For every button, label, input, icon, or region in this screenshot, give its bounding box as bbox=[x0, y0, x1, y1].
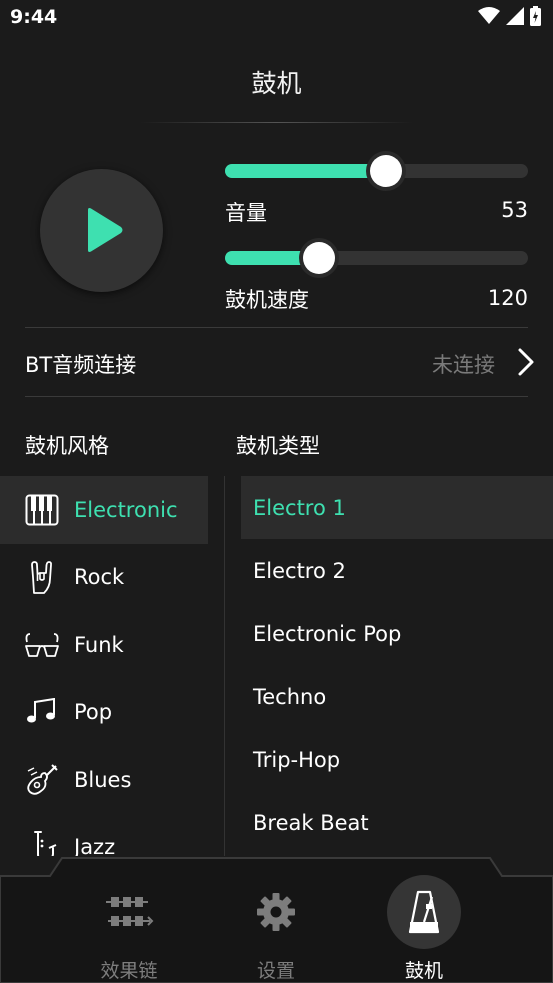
bt-status[interactable]: 未连接 bbox=[432, 349, 495, 379]
type-item-electronic-pop[interactable]: Electronic Pop bbox=[241, 602, 553, 665]
gear-icon bbox=[257, 893, 295, 931]
style-item-pop[interactable]: Pop bbox=[0, 679, 208, 747]
type-list[interactable]: Electro 1 Electro 2 Electronic Pop Techn… bbox=[241, 476, 553, 856]
style-item-label: Funk bbox=[74, 632, 124, 657]
music-notes-icon bbox=[24, 694, 60, 730]
style-item-jazz[interactable]: Jazz bbox=[0, 814, 208, 856]
style-item-label: Electronic bbox=[74, 497, 178, 522]
guitar-icon bbox=[24, 762, 60, 798]
style-item-blues[interactable]: Blues bbox=[0, 746, 208, 814]
play-button[interactable] bbox=[40, 169, 163, 292]
type-item-break-beat[interactable]: Break Beat bbox=[241, 791, 553, 854]
tempo-label: 鼓机速度 bbox=[225, 288, 309, 312]
type-item-electro-1[interactable]: Electro 1 bbox=[241, 476, 553, 539]
nav-label: 鼓机 bbox=[404, 960, 443, 982]
type-item-electro-2[interactable]: Electro 2 bbox=[241, 539, 553, 602]
nav-effects-chain[interactable]: 效果链 bbox=[74, 872, 184, 983]
metronome-icon bbox=[408, 890, 440, 934]
nav-active-indicator bbox=[387, 875, 461, 949]
tempo-slider[interactable] bbox=[225, 242, 528, 274]
divider bbox=[25, 327, 528, 328]
style-item-label: Rock bbox=[74, 565, 125, 590]
type-item-trip-hop[interactable]: Trip-Hop bbox=[241, 728, 553, 791]
battery-icon bbox=[530, 6, 541, 26]
saxophone-icon bbox=[24, 829, 60, 856]
volume-value: 53 bbox=[501, 198, 528, 222]
status-time: 9:44 bbox=[10, 6, 58, 28]
status-icons bbox=[478, 6, 541, 26]
rock-hand-icon bbox=[24, 559, 60, 595]
tempo-value: 120 bbox=[487, 286, 528, 310]
signal-icon bbox=[506, 7, 524, 25]
volume-slider[interactable] bbox=[225, 155, 528, 187]
nav-drum-machine[interactable]: 鼓机 bbox=[369, 872, 479, 983]
styles-heading: 鼓机风格 bbox=[25, 434, 109, 458]
style-item-funk[interactable]: Funk bbox=[0, 611, 208, 679]
style-item-label: Pop bbox=[74, 700, 113, 725]
types-heading: 鼓机类型 bbox=[236, 434, 320, 458]
type-item-techno[interactable]: Techno bbox=[241, 665, 553, 728]
funk-glasses-icon bbox=[24, 627, 60, 663]
divider bbox=[25, 396, 528, 397]
nav-label: 效果链 bbox=[100, 960, 158, 982]
tempo-slider-knob[interactable] bbox=[302, 242, 335, 274]
style-item-electronic[interactable]: Electronic bbox=[0, 476, 208, 544]
header-divider bbox=[140, 122, 413, 123]
nav-label: 设置 bbox=[256, 960, 295, 982]
effects-chain-icon bbox=[106, 897, 154, 926]
volume-label: 音量 bbox=[225, 201, 267, 225]
style-item-label: Jazz bbox=[74, 835, 116, 856]
play-icon bbox=[88, 208, 123, 252]
volume-slider-fill bbox=[225, 164, 386, 178]
volume-slider-knob[interactable] bbox=[369, 155, 402, 187]
wifi-icon bbox=[478, 7, 500, 24]
column-divider bbox=[224, 476, 225, 856]
nav-settings[interactable]: 设置 bbox=[221, 872, 331, 983]
chevron-right-icon[interactable] bbox=[517, 347, 535, 377]
style-item-label: Blues bbox=[74, 767, 132, 792]
style-item-rock[interactable]: Rock bbox=[0, 544, 208, 612]
page-title: 鼓机 bbox=[251, 69, 302, 98]
bt-audio-label[interactable]: BT音频连接 bbox=[25, 349, 136, 379]
piano-keys-icon bbox=[24, 492, 60, 528]
style-list[interactable]: Electronic Rock Funk Pop Blues Jazz bbox=[0, 476, 208, 856]
